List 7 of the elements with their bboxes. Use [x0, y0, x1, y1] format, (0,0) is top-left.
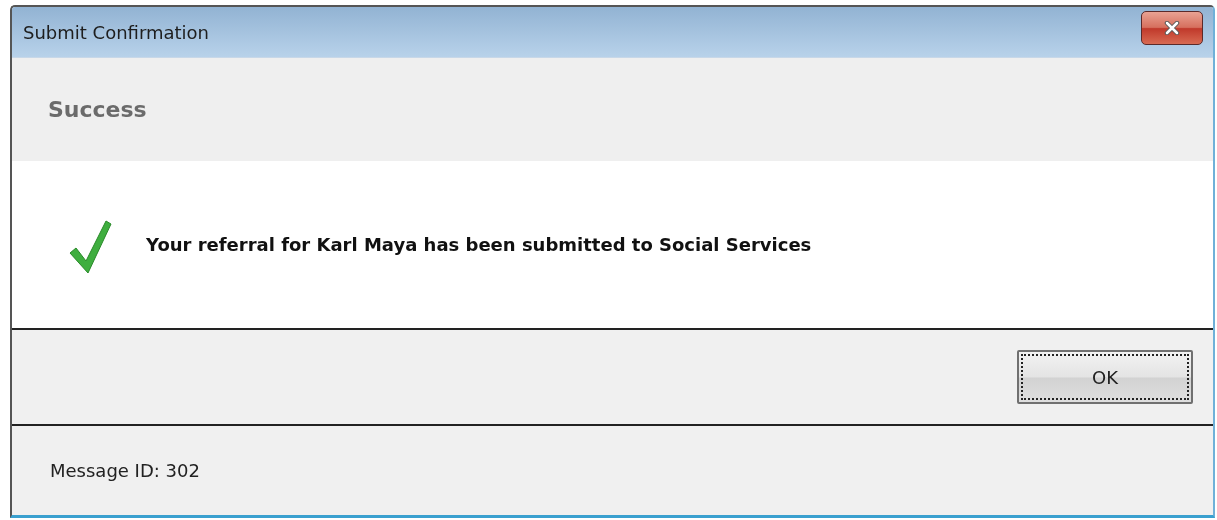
checkmark-icon — [68, 218, 112, 275]
close-button[interactable] — [1141, 11, 1203, 45]
message-text: Your referral for Karl Maya has been submitted to Social Services — [146, 234, 812, 255]
window-title: Submit Confirmation — [23, 21, 210, 43]
ok-button[interactable]: OK — [1017, 350, 1193, 404]
header-title: Success — [48, 97, 147, 122]
message-id: Message ID: 302 — [50, 460, 200, 481]
